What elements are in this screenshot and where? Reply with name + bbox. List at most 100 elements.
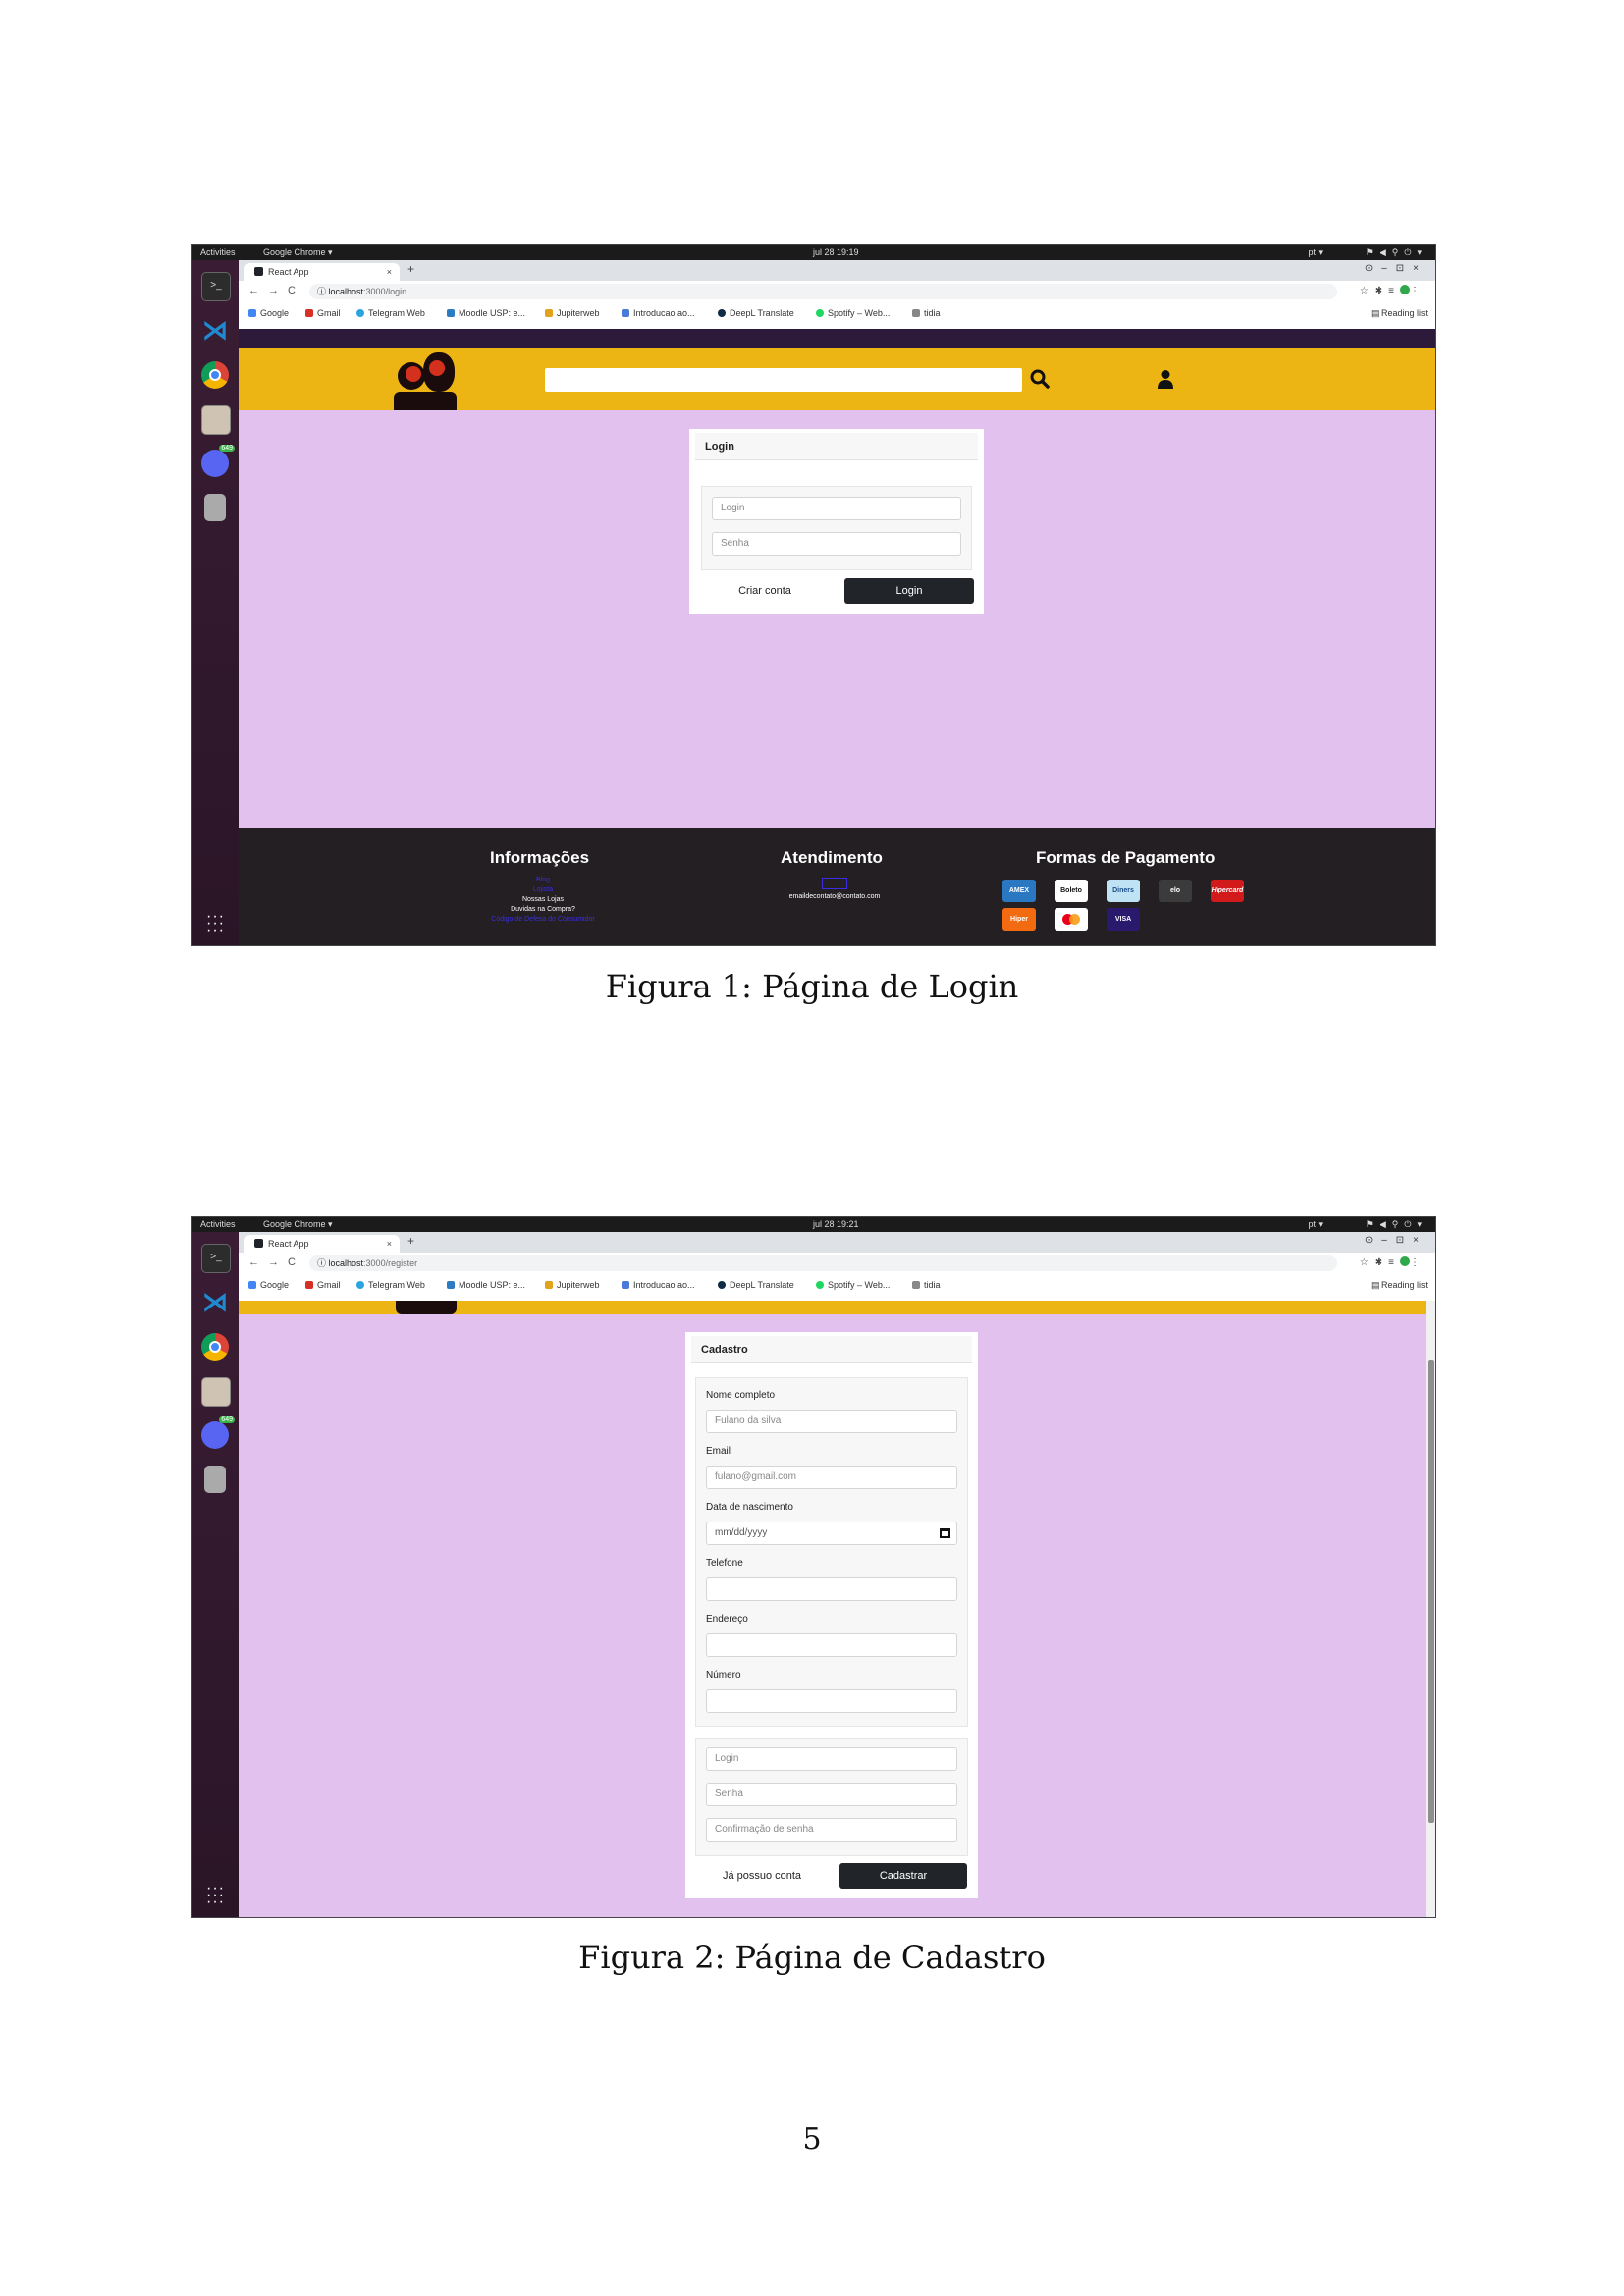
browser-tab[interactable]: React App ×: [244, 1235, 400, 1253]
apps-grid-icon[interactable]: ··· ··· ···: [206, 909, 225, 938]
register-card-title: Cadastro: [691, 1336, 972, 1363]
apps-grid-icon[interactable]: ··· ··· ···: [206, 1881, 225, 1910]
new-tab-icon[interactable]: +: [407, 262, 414, 276]
confirm-password-input[interactable]: Confirmação de senha: [706, 1818, 957, 1842]
bookmark-spotify[interactable]: Spotify – Web...: [816, 302, 890, 324]
tab-title: React App: [268, 267, 309, 277]
bookmark-spotify[interactable]: Spotify – Web...: [816, 1274, 890, 1296]
address-bar-row: ←→C ⓘ localhost:3000/login ☆✱≡ ⋮: [239, 281, 1435, 302]
user-icon[interactable]: [1157, 369, 1174, 389]
discord-icon[interactable]: 649: [201, 445, 235, 477]
register-submit-button[interactable]: Cadastrar: [839, 1863, 967, 1889]
files-icon[interactable]: [201, 405, 231, 435]
bookmark-introducao[interactable]: Introducao ao...: [622, 1274, 695, 1296]
search-icon[interactable]: [1030, 369, 1050, 389]
site-logo[interactable]: [396, 1301, 457, 1314]
footer-link-blog[interactable]: Blog: [464, 876, 622, 885]
email-input[interactable]: fulano@gmail.com: [706, 1466, 957, 1489]
terminal-icon[interactable]: >_: [201, 1244, 231, 1273]
usb-drive-icon[interactable]: [204, 494, 226, 521]
app-menu[interactable]: Google Chrome ▾: [263, 1217, 333, 1232]
toolbar-icons[interactable]: ☆✱≡ ⋮: [1360, 285, 1426, 296]
bookmark-tidia[interactable]: tidia: [912, 302, 941, 324]
address-input[interactable]: [706, 1633, 957, 1657]
full-name-input[interactable]: Fulano da silva: [706, 1410, 957, 1433]
usb-drive-icon[interactable]: [204, 1466, 226, 1493]
register-card: Cadastro Nome completo Fulano da silva E…: [685, 1332, 978, 1898]
phone-input[interactable]: [706, 1577, 957, 1601]
footer-payment-title: Formas de Pagamento: [1036, 848, 1216, 867]
bookmark-google[interactable]: Google: [248, 1274, 289, 1296]
toolbar-icons[interactable]: ☆✱≡ ⋮: [1360, 1256, 1426, 1268]
app-menu[interactable]: Google Chrome ▾: [263, 245, 333, 260]
footer-link-consumer[interactable]: Código de Defesa do Consumidor: [464, 915, 622, 925]
create-account-button[interactable]: Criar conta: [709, 578, 821, 604]
bookmark-moodle[interactable]: Moodle USP: e...: [447, 302, 525, 324]
bookmark-google[interactable]: Google: [248, 302, 289, 324]
browser-chrome: React App × + ⊙–⊡× ←→C ⓘ localhost:3000/l…: [239, 260, 1435, 329]
terminal-icon[interactable]: >_: [201, 272, 231, 301]
bookmark-jupiterweb[interactable]: Jupiterweb: [545, 1274, 600, 1296]
close-tab-icon[interactable]: ×: [387, 263, 392, 281]
clock[interactable]: jul 28 19:19: [813, 245, 859, 260]
language-indicator[interactable]: pt ▾: [1308, 245, 1323, 260]
bookmark-telegram[interactable]: Telegram Web: [356, 1274, 425, 1296]
login-input[interactable]: Login: [712, 497, 961, 520]
scrollbar-thumb[interactable]: [1428, 1360, 1434, 1823]
window-controls[interactable]: ⊙–⊡×: [1365, 1235, 1428, 1246]
site-logo[interactable]: [394, 348, 457, 410]
files-icon[interactable]: [201, 1377, 231, 1407]
vscode-icon[interactable]: ⋊: [201, 316, 229, 344]
footer-link-stores[interactable]: Nossas Lojas: [464, 895, 622, 905]
register-login-input[interactable]: Login: [706, 1747, 957, 1771]
bookmark-jupiterweb[interactable]: Jupiterweb: [545, 302, 600, 324]
page-scrollbar[interactable]: [1426, 1301, 1435, 1917]
vscode-icon[interactable]: ⋊: [201, 1288, 229, 1315]
password-input[interactable]: Senha: [712, 532, 961, 556]
have-account-button[interactable]: Já possuo conta: [707, 1863, 817, 1889]
navigation-icons[interactable]: ←→C: [248, 285, 304, 296]
bookmark-telegram[interactable]: Telegram Web: [356, 302, 425, 324]
browser-chrome: React App × + ⊙–⊡× ←→C ⓘ localhost:3000/r…: [239, 1232, 1435, 1301]
login-submit-button[interactable]: Login: [844, 578, 974, 604]
activities-button[interactable]: Activities: [200, 1217, 236, 1232]
url-field[interactable]: ⓘ localhost:3000/login: [309, 284, 1337, 299]
mail-icon[interactable]: [822, 878, 847, 889]
bookmark-deepl[interactable]: DeepL Translate: [718, 1274, 794, 1296]
system-tray-icons[interactable]: ⚑◀⚲⏻▾: [1366, 245, 1428, 260]
bookmark-gmail[interactable]: Gmail: [305, 1274, 341, 1296]
bookmarks-bar: Google Gmail Telegram Web Moodle USP: e.…: [239, 302, 1435, 324]
clock[interactable]: jul 28 19:21: [813, 1217, 859, 1232]
bookmark-introducao[interactable]: Introducao ao...: [622, 302, 695, 324]
url-field[interactable]: ⓘ localhost:3000/register: [309, 1255, 1337, 1271]
reading-list[interactable]: ▤ Reading list: [1371, 302, 1428, 324]
search-input[interactable]: [545, 368, 1022, 392]
bookmark-tidia[interactable]: tidia: [912, 1274, 941, 1296]
footer-link-lojista[interactable]: Lojista: [464, 885, 622, 895]
number-input[interactable]: [706, 1689, 957, 1713]
ubuntu-dock: >_ ⋊ 649 ··· ··· ···: [192, 1232, 239, 1917]
new-tab-icon[interactable]: +: [407, 1234, 414, 1248]
window-controls[interactable]: ⊙–⊡×: [1365, 263, 1428, 274]
register-password-input[interactable]: Senha: [706, 1783, 957, 1806]
browser-tab[interactable]: React App ×: [244, 263, 400, 281]
footer-service-email[interactable]: emaildecontato@contato.com: [769, 893, 900, 900]
system-tray-icons[interactable]: ⚑◀⚲⏻▾: [1366, 1217, 1428, 1232]
chrome-icon[interactable]: [201, 361, 229, 389]
footer-link-help[interactable]: Duvidas na Compra?: [464, 905, 622, 915]
activities-button[interactable]: Activities: [200, 245, 236, 260]
site-footer: Informações Blog Lojista Nossas Lojas Du…: [239, 828, 1435, 945]
bookmark-deepl[interactable]: DeepL Translate: [718, 302, 794, 324]
bookmark-moodle[interactable]: Moodle USP: e...: [447, 1274, 525, 1296]
chrome-icon[interactable]: [201, 1333, 229, 1361]
calendar-icon[interactable]: [940, 1528, 950, 1538]
bookmark-gmail[interactable]: Gmail: [305, 302, 341, 324]
payment-amex-icon: AMEX: [1002, 880, 1036, 902]
birth-date-input[interactable]: mm/dd/yyyy: [706, 1522, 957, 1545]
navigation-icons[interactable]: ←→C: [248, 1256, 304, 1268]
discord-icon[interactable]: 649: [201, 1416, 235, 1449]
close-tab-icon[interactable]: ×: [387, 1235, 392, 1253]
footer-info-title: Informações: [490, 848, 590, 867]
reading-list[interactable]: ▤ Reading list: [1371, 1274, 1428, 1296]
language-indicator[interactable]: pt ▾: [1308, 1217, 1323, 1232]
